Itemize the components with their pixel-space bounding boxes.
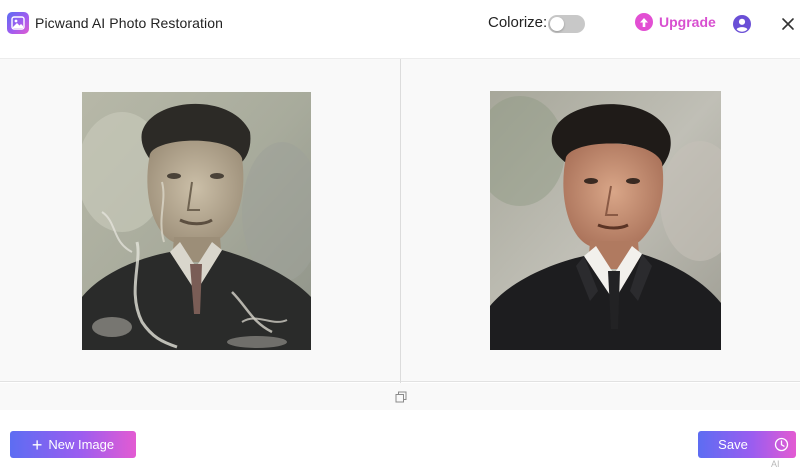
save-label: Save bbox=[718, 437, 748, 452]
header-bar: Picwand AI Photo Restoration Colorize: U… bbox=[0, 0, 800, 48]
image-logo-icon bbox=[7, 12, 29, 34]
upgrade-button[interactable]: Upgrade bbox=[635, 13, 716, 31]
close-icon[interactable] bbox=[779, 15, 797, 33]
corner-mark: AI bbox=[771, 459, 780, 469]
compare-toggle-icon[interactable] bbox=[395, 390, 407, 403]
original-photo bbox=[82, 92, 311, 350]
new-image-button[interactable]: + New Image bbox=[10, 431, 136, 458]
colorize-toggle[interactable] bbox=[548, 15, 585, 33]
app-title: Picwand AI Photo Restoration bbox=[35, 15, 224, 31]
compare-panel bbox=[0, 58, 800, 383]
plus-icon: + bbox=[31, 434, 43, 455]
toggle-knob bbox=[550, 17, 564, 31]
restored-photo bbox=[490, 91, 721, 350]
new-image-label: New Image bbox=[48, 437, 115, 452]
upgrade-label: Upgrade bbox=[659, 14, 716, 30]
account-circle-icon[interactable] bbox=[732, 14, 752, 34]
arrow-up-icon bbox=[635, 13, 653, 31]
compare-divider[interactable] bbox=[400, 59, 401, 383]
compare-controls bbox=[0, 383, 800, 410]
colorize-label: Colorize: bbox=[488, 14, 548, 31]
history-clock-icon[interactable] bbox=[774, 437, 789, 452]
app-window: Picwand AI Photo Restoration Colorize: U… bbox=[0, 0, 800, 473]
